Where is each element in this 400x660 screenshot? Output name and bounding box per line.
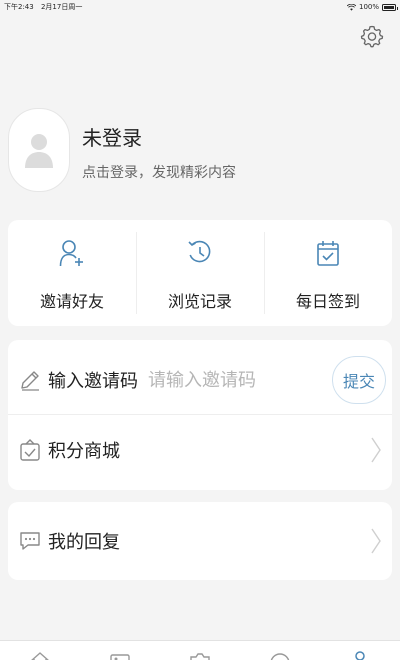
my-replies-row[interactable]: 我的回复 [8,513,392,569]
tab-discover[interactable] [265,641,295,660]
battery-icon [382,3,398,11]
gear-icon [360,25,384,48]
calendar-check-icon [317,241,339,266]
status-bar: 下午2:43 2月17日周一 100% [0,0,400,14]
daily-checkin-button[interactable]: 每日签到 [264,220,392,326]
browse-history-label: 浏览记录 [167,292,232,311]
invite-code-input[interactable] [148,364,328,396]
chat-bubble-icon [20,532,40,550]
chevron-right-icon [371,437,381,463]
login-status-title[interactable]: 未登录 [82,122,142,151]
my-replies-label: 我的回复 [48,532,120,553]
avatar[interactable] [8,108,70,192]
wifi-icon [346,3,356,11]
status-date: 2月17日周一 [40,3,83,11]
divider [8,414,392,415]
gift-box-icon [20,439,40,461]
invite-points-card: 输入邀请码 提交 积分商城 [8,340,392,490]
invite-friends-label: 邀请好友 [39,292,104,311]
tab-camera[interactable] [185,641,215,660]
daily-checkin-label: 每日签到 [295,292,360,311]
status-time: 下午2:43 [4,3,34,11]
tab-home[interactable] [25,641,55,660]
tab-profile[interactable] [345,641,375,660]
submit-button[interactable]: 提交 [332,356,386,404]
settings-button[interactable] [358,22,386,50]
video-icon [110,654,130,660]
status-left: 下午2:43 2月17日周一 [4,2,87,12]
add-user-icon [59,240,83,267]
browse-history-button[interactable]: 浏览记录 [136,220,264,326]
chevron-right-icon [371,528,381,554]
invite-code-label: 输入邀请码 [48,371,138,392]
invite-code-row: 输入邀请码 提交 [8,352,392,408]
user-silhouette-icon [25,134,53,168]
points-mall-row[interactable]: 积分商城 [8,422,392,478]
my-replies-card: 我的回复 [8,502,392,580]
status-right: 100% [346,3,398,11]
login-prompt: 点击登录，发现精彩内容 [82,165,236,181]
home-icon [31,652,49,660]
quick-actions-card: 邀请好友 浏览记录 每日签到 [8,220,392,326]
camera-icon [190,653,210,660]
profile-icon [355,651,365,660]
history-icon [188,240,211,263]
tab-video[interactable] [105,641,135,660]
points-mall-label: 积分商城 [48,441,120,462]
pencil-icon [21,371,39,391]
bottom-tab-bar [0,640,400,660]
discover-icon [270,653,290,660]
profile-header[interactable]: 未登录 点击登录，发现精彩内容 [8,108,388,192]
invite-friends-button[interactable]: 邀请好友 [8,220,136,326]
battery-percent: 100% [358,3,379,11]
